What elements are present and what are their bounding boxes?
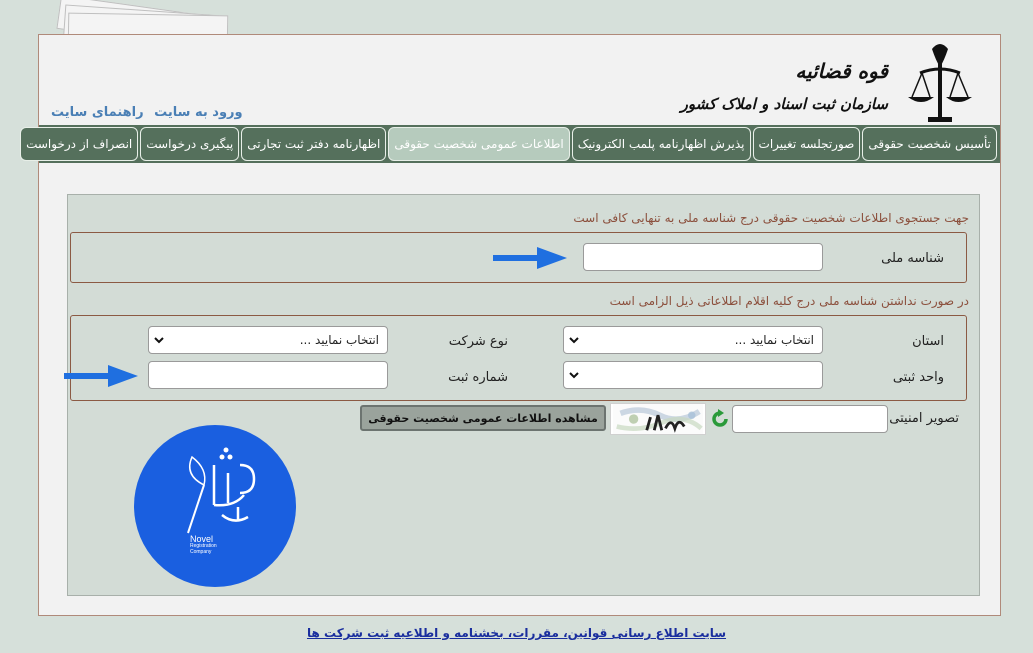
company-type-select[interactable]: انتخاب نمایید ... — [148, 326, 388, 354]
feather-logo-icon — [187, 447, 256, 534]
national-id-label: شناسه ملی — [881, 251, 944, 266]
chevron-down-icon — [154, 337, 164, 344]
nav-bar: تأسیس شخصیت حقوقی صورتجلسه تغییرات پذیرش… — [20, 125, 1000, 163]
top-links: ورود به سایت راهنمای سایت — [45, 105, 243, 120]
tab-electronic-seal-declaration[interactable]: پذیرش اظهارنامه پلمب الکترونیک — [571, 127, 751, 161]
org-subtitle: سازمان ثبت اسناد و املاک کشور — [680, 95, 888, 113]
badge-sub-2: Company — [190, 548, 212, 555]
chevron-down-icon — [569, 372, 579, 379]
company-type-label: نوع شرکت — [448, 334, 508, 349]
main-frame: ورود به سایت راهنمای سایت قوه قضائیه ساز… — [20, 34, 1001, 616]
tab-commercial-registry-declaration[interactable]: اظهارنامه دفتر ثبت تجارتی — [241, 127, 387, 161]
judiciary-emblem-icon — [908, 44, 972, 122]
tab-establish-legal-entity[interactable]: تأسیس شخصیت حقوقی — [862, 127, 997, 161]
blue-arrow-icon — [64, 365, 138, 387]
registry-unit-label: واحد ثبتی — [892, 370, 944, 385]
badge-caption: Novel Registration Company — [190, 534, 217, 555]
details-fieldset: استان انتخاب نمایید ... نوع شرکت انتخاب … — [70, 315, 967, 401]
help-link[interactable]: راهنمای سایت — [51, 105, 144, 120]
province-select-value: انتخاب نمایید ... — [734, 333, 814, 347]
tab-cancel-request[interactable]: انصراف از درخواست — [20, 127, 139, 161]
registration-number-input[interactable] — [148, 361, 388, 389]
tab-request-tracking[interactable]: پیگیری درخواست — [140, 127, 240, 161]
registry-unit-select[interactable] — [563, 361, 823, 389]
tab-legal-entity-public-info[interactable]: اطلاعات عمومی شخصیت حقوقی — [388, 127, 570, 161]
header: ورود به سایت راهنمای سایت قوه قضائیه ساز… — [39, 35, 1000, 125]
security-code-input[interactable] — [732, 405, 888, 433]
logo: قوه قضائیه سازمان ثبت اسناد و املاک کشور — [681, 39, 980, 125]
national-id-note: جهت جستجوی اطلاعات شخصیت حقوقی درج شناسه… — [573, 211, 969, 225]
security-image-label: تصویر امنیتی — [889, 411, 959, 426]
laws-regulations-link[interactable]: سایت اطلاع رسانی قوانین، مقررات، بخشنامه… — [0, 626, 1033, 640]
novel-registration-logo: Novel Registration Company — [134, 425, 296, 587]
refresh-icon[interactable] — [710, 409, 730, 429]
search-panel: جهت جستجوی اطلاعات شخصیت حقوقی درج شناسه… — [64, 194, 980, 596]
registration-number-label: شماره ثبت — [448, 370, 508, 385]
blue-arrow-icon — [493, 247, 567, 269]
view-public-info-button[interactable]: مشاهده اطلاعات عمومی شخصیت حقوقی — [360, 405, 606, 431]
province-select[interactable]: انتخاب نمایید ... — [563, 326, 823, 354]
chevron-down-icon — [569, 337, 579, 344]
national-id-input[interactable] — [583, 243, 823, 271]
org-title: قوه قضائیه — [795, 59, 888, 83]
tab-change-minutes[interactable]: صورتجلسه تغییرات — [752, 127, 861, 161]
company-type-select-value: انتخاب نمایید ... — [299, 333, 379, 347]
required-fields-note: در صورت نداشتن شناسه ملی درج کلیه اقلام … — [609, 294, 969, 308]
province-label: استان — [912, 334, 944, 349]
login-link[interactable]: ورود به سایت — [154, 105, 242, 120]
captcha-image — [610, 403, 706, 435]
national-id-fieldset: شناسه ملی — [70, 232, 967, 283]
